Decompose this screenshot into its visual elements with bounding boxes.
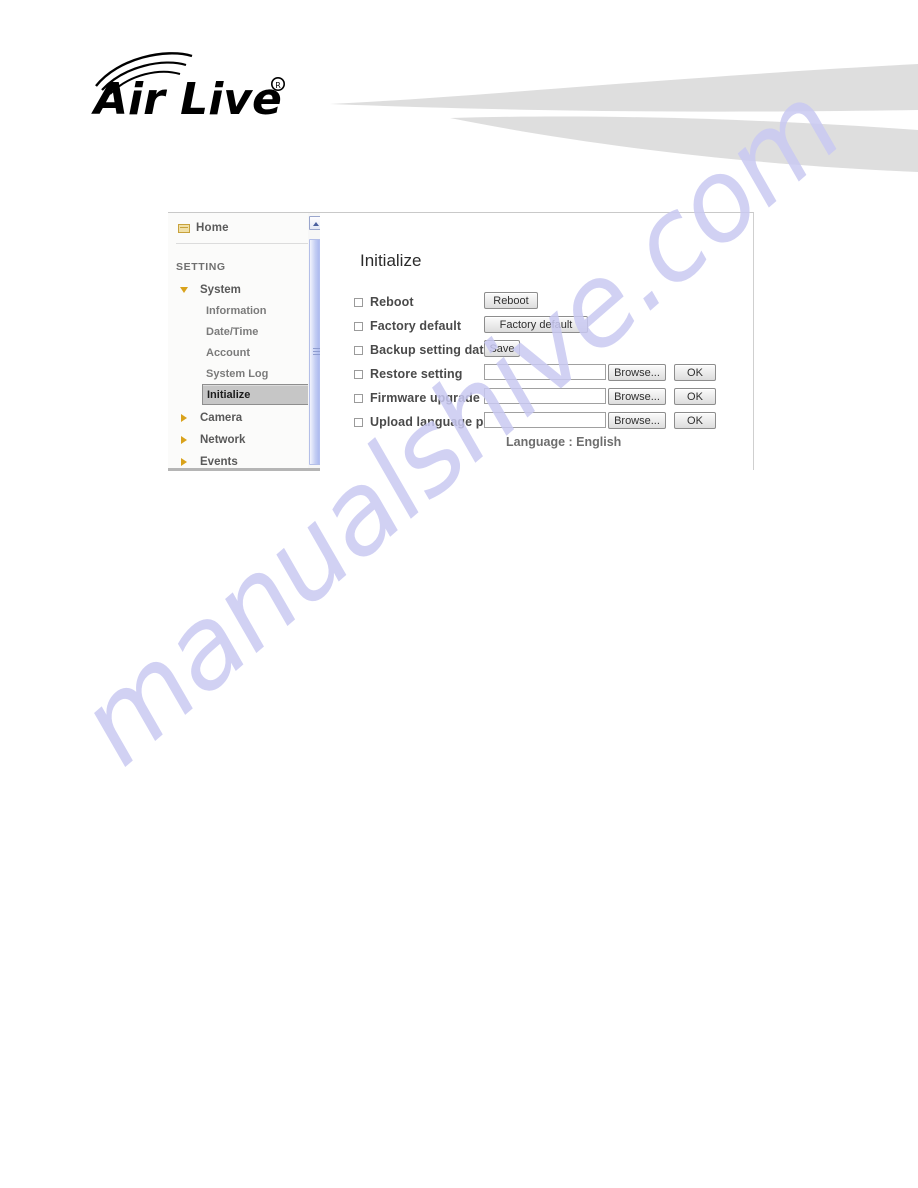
restore-setting-ok-button[interactable]: OK [674, 364, 716, 381]
firmware-upgrade-browse-button[interactable]: Browse... [608, 388, 666, 405]
reboot-button[interactable]: Reboot [484, 292, 538, 309]
sidebar-group-network-label: Network [200, 433, 246, 446]
row-firmware-upgrade-label: Firmware upgrade [370, 391, 480, 405]
sidebar-item-system-log-label: System Log [206, 367, 269, 380]
chevron-down-icon [180, 285, 189, 295]
row-reboot-label: Reboot [370, 295, 414, 309]
sidebar-item-account[interactable]: Account [206, 342, 316, 363]
page-header: Air Live R [0, 0, 918, 185]
scrollbar-thumb[interactable] [309, 239, 320, 465]
row-restore-setting-label: Restore setting [370, 367, 463, 381]
chevron-right-icon [180, 457, 189, 467]
chevron-right-icon [180, 435, 189, 445]
sidebar-group-camera[interactable]: Camera [176, 407, 320, 428]
airlive-logo: Air Live R [88, 48, 293, 120]
restore-setting-browse-button[interactable]: Browse... [608, 364, 666, 381]
checkbox-factory-default[interactable] [354, 321, 363, 331]
sidebar-group-camera-label: Camera [200, 411, 243, 424]
svg-text:R: R [275, 81, 281, 90]
scroll-up-icon[interactable] [309, 216, 320, 230]
sidebar-item-date-time[interactable]: Date/Time [206, 321, 316, 342]
upload-language-pack-ok-button[interactable]: OK [674, 412, 716, 429]
sidebar-section-label: SETTING [176, 261, 226, 273]
content-area: Initialize Reboot Reboot Factory default… [324, 213, 753, 470]
home-icon [178, 223, 190, 233]
sidebar-navigation: Home SETTING System Information Date/Tim… [168, 213, 320, 471]
row-reboot: Reboot [354, 291, 414, 313]
sidebar-item-date-time-label: Date/Time [206, 325, 259, 338]
sidebar-item-information-label: Information [206, 304, 267, 317]
checkbox-backup-setting-data[interactable] [354, 345, 363, 355]
row-firmware-upgrade: Firmware upgrade [354, 387, 480, 409]
sidebar-group-network[interactable]: Network [176, 429, 320, 450]
sidebar-item-initialize-label: Initialize [207, 388, 251, 401]
checkbox-reboot[interactable] [354, 297, 363, 307]
svg-text:Air Live: Air Live [91, 74, 282, 120]
row-upload-language-pack: Upload language pack [354, 411, 505, 433]
sidebar-item-account-label: Account [206, 346, 250, 359]
restore-setting-file-input[interactable] [484, 364, 606, 380]
page-title: Initialize [360, 251, 422, 270]
sidebar-divider [176, 243, 314, 244]
sidebar-item-system-log[interactable]: System Log [206, 363, 316, 384]
sidebar-scrollbar[interactable] [308, 213, 320, 468]
factory-default-button[interactable]: Factory default [484, 316, 588, 333]
firmware-upgrade-ok-button[interactable]: OK [674, 388, 716, 405]
row-factory-default-label: Factory default [370, 319, 462, 333]
upload-language-pack-file-input[interactable] [484, 412, 606, 428]
sidebar-group-events-label: Events [200, 455, 238, 468]
row-backup-setting-data-label: Backup setting data [370, 343, 491, 357]
device-web-ui-panel: Home SETTING System Information Date/Tim… [168, 212, 754, 471]
row-restore-setting: Restore setting [354, 363, 463, 385]
sidebar-item-initialize[interactable]: Initialize [202, 384, 312, 405]
language-note: Language : English [506, 435, 622, 449]
save-button[interactable]: Save [484, 340, 520, 357]
banner-swoosh-graphic [330, 58, 918, 178]
row-factory-default: Factory default [354, 315, 461, 337]
sidebar-item-information[interactable]: Information [206, 300, 316, 321]
row-backup-setting-data: Backup setting data [354, 339, 491, 361]
checkbox-upload-language-pack[interactable] [354, 417, 363, 427]
sidebar-group-events[interactable]: Events [176, 451, 320, 468]
checkbox-restore-setting[interactable] [354, 369, 363, 379]
checkbox-firmware-upgrade[interactable] [354, 393, 363, 403]
sidebar-item-home-label: Home [196, 222, 229, 234]
sidebar-group-system-label: System [200, 283, 241, 296]
firmware-upgrade-file-input[interactable] [484, 388, 606, 404]
sidebar-item-home[interactable]: Home [178, 219, 229, 237]
sidebar-group-system[interactable]: System [176, 279, 320, 300]
upload-language-pack-browse-button[interactable]: Browse... [608, 412, 666, 429]
chevron-right-icon [180, 413, 189, 423]
